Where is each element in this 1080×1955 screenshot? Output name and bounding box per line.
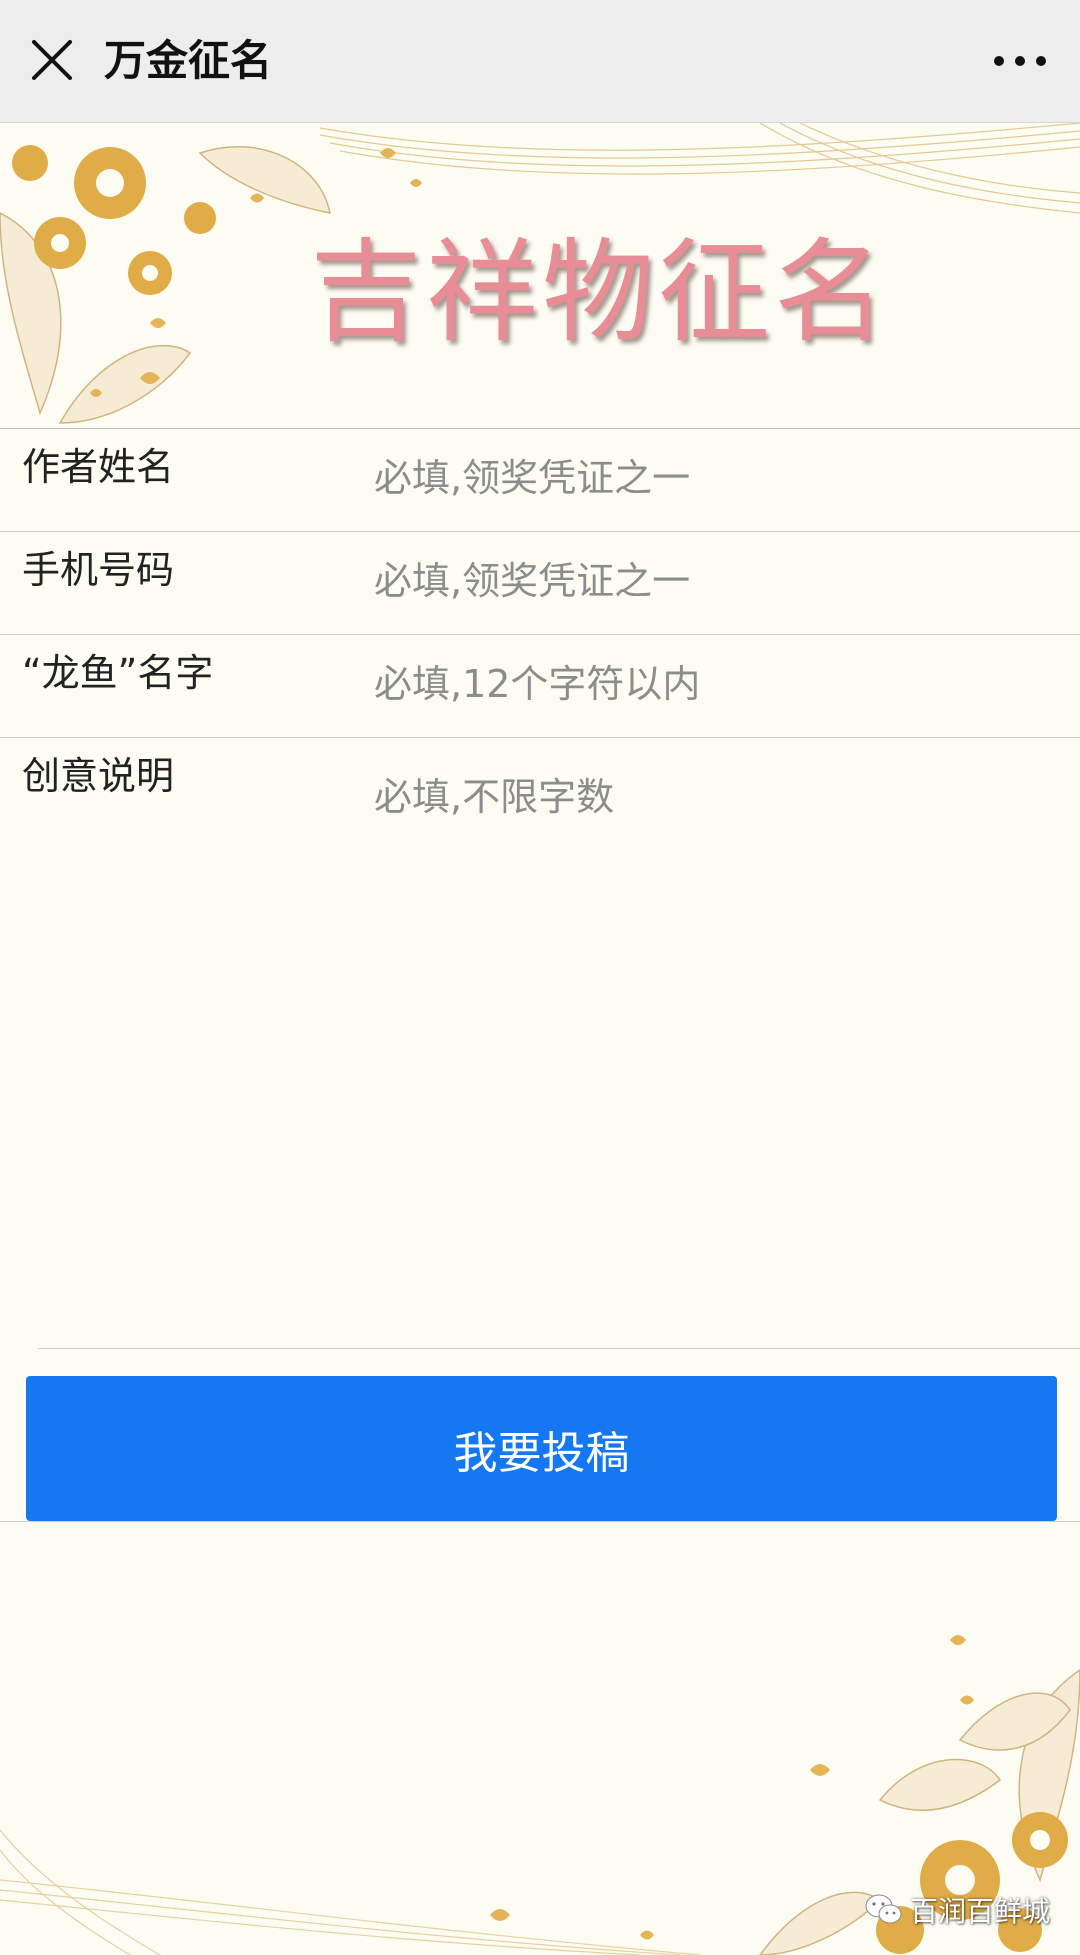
- phone-input[interactable]: [372, 538, 1066, 624]
- banner-title: 吉祥物征名: [310, 228, 890, 358]
- form-row-description: 创意说明: [0, 737, 1080, 1354]
- page-title: 万金征名: [104, 36, 273, 85]
- more-dots-icon[interactable]: [990, 40, 1050, 80]
- watermark-text: 百润百鲜城: [909, 1895, 1050, 1928]
- mascot-name-input[interactable]: [372, 641, 1066, 727]
- submit-button[interactable]: 我要投稿: [26, 1376, 1057, 1521]
- form-row-author-name: 作者姓名: [0, 428, 1080, 531]
- phone-label: 手机号码: [22, 548, 175, 592]
- banner: 吉祥物征名: [0, 123, 1080, 428]
- watermark: 百润百鲜城: [864, 1885, 1050, 1935]
- author-name-label: 作者姓名: [22, 445, 175, 489]
- top-nav-bar: 万金征名: [0, 0, 1080, 123]
- mascot-name-label: “龙鱼”名字: [22, 651, 214, 695]
- author-name-input[interactable]: [372, 435, 1066, 521]
- button-bottom-divider: [0, 1521, 1080, 1522]
- description-label: 创意说明: [22, 754, 175, 798]
- form-bottom-divider: [38, 1348, 1080, 1349]
- close-icon[interactable]: [30, 38, 74, 82]
- form-row-mascot-name: “龙鱼”名字: [0, 634, 1080, 737]
- submission-form: 作者姓名 手机号码 “龙鱼”名字 创意说明: [0, 428, 1080, 1354]
- form-row-phone: 手机号码: [0, 531, 1080, 634]
- description-textarea[interactable]: [372, 744, 1062, 1324]
- wechat-icon: [865, 1894, 902, 1924]
